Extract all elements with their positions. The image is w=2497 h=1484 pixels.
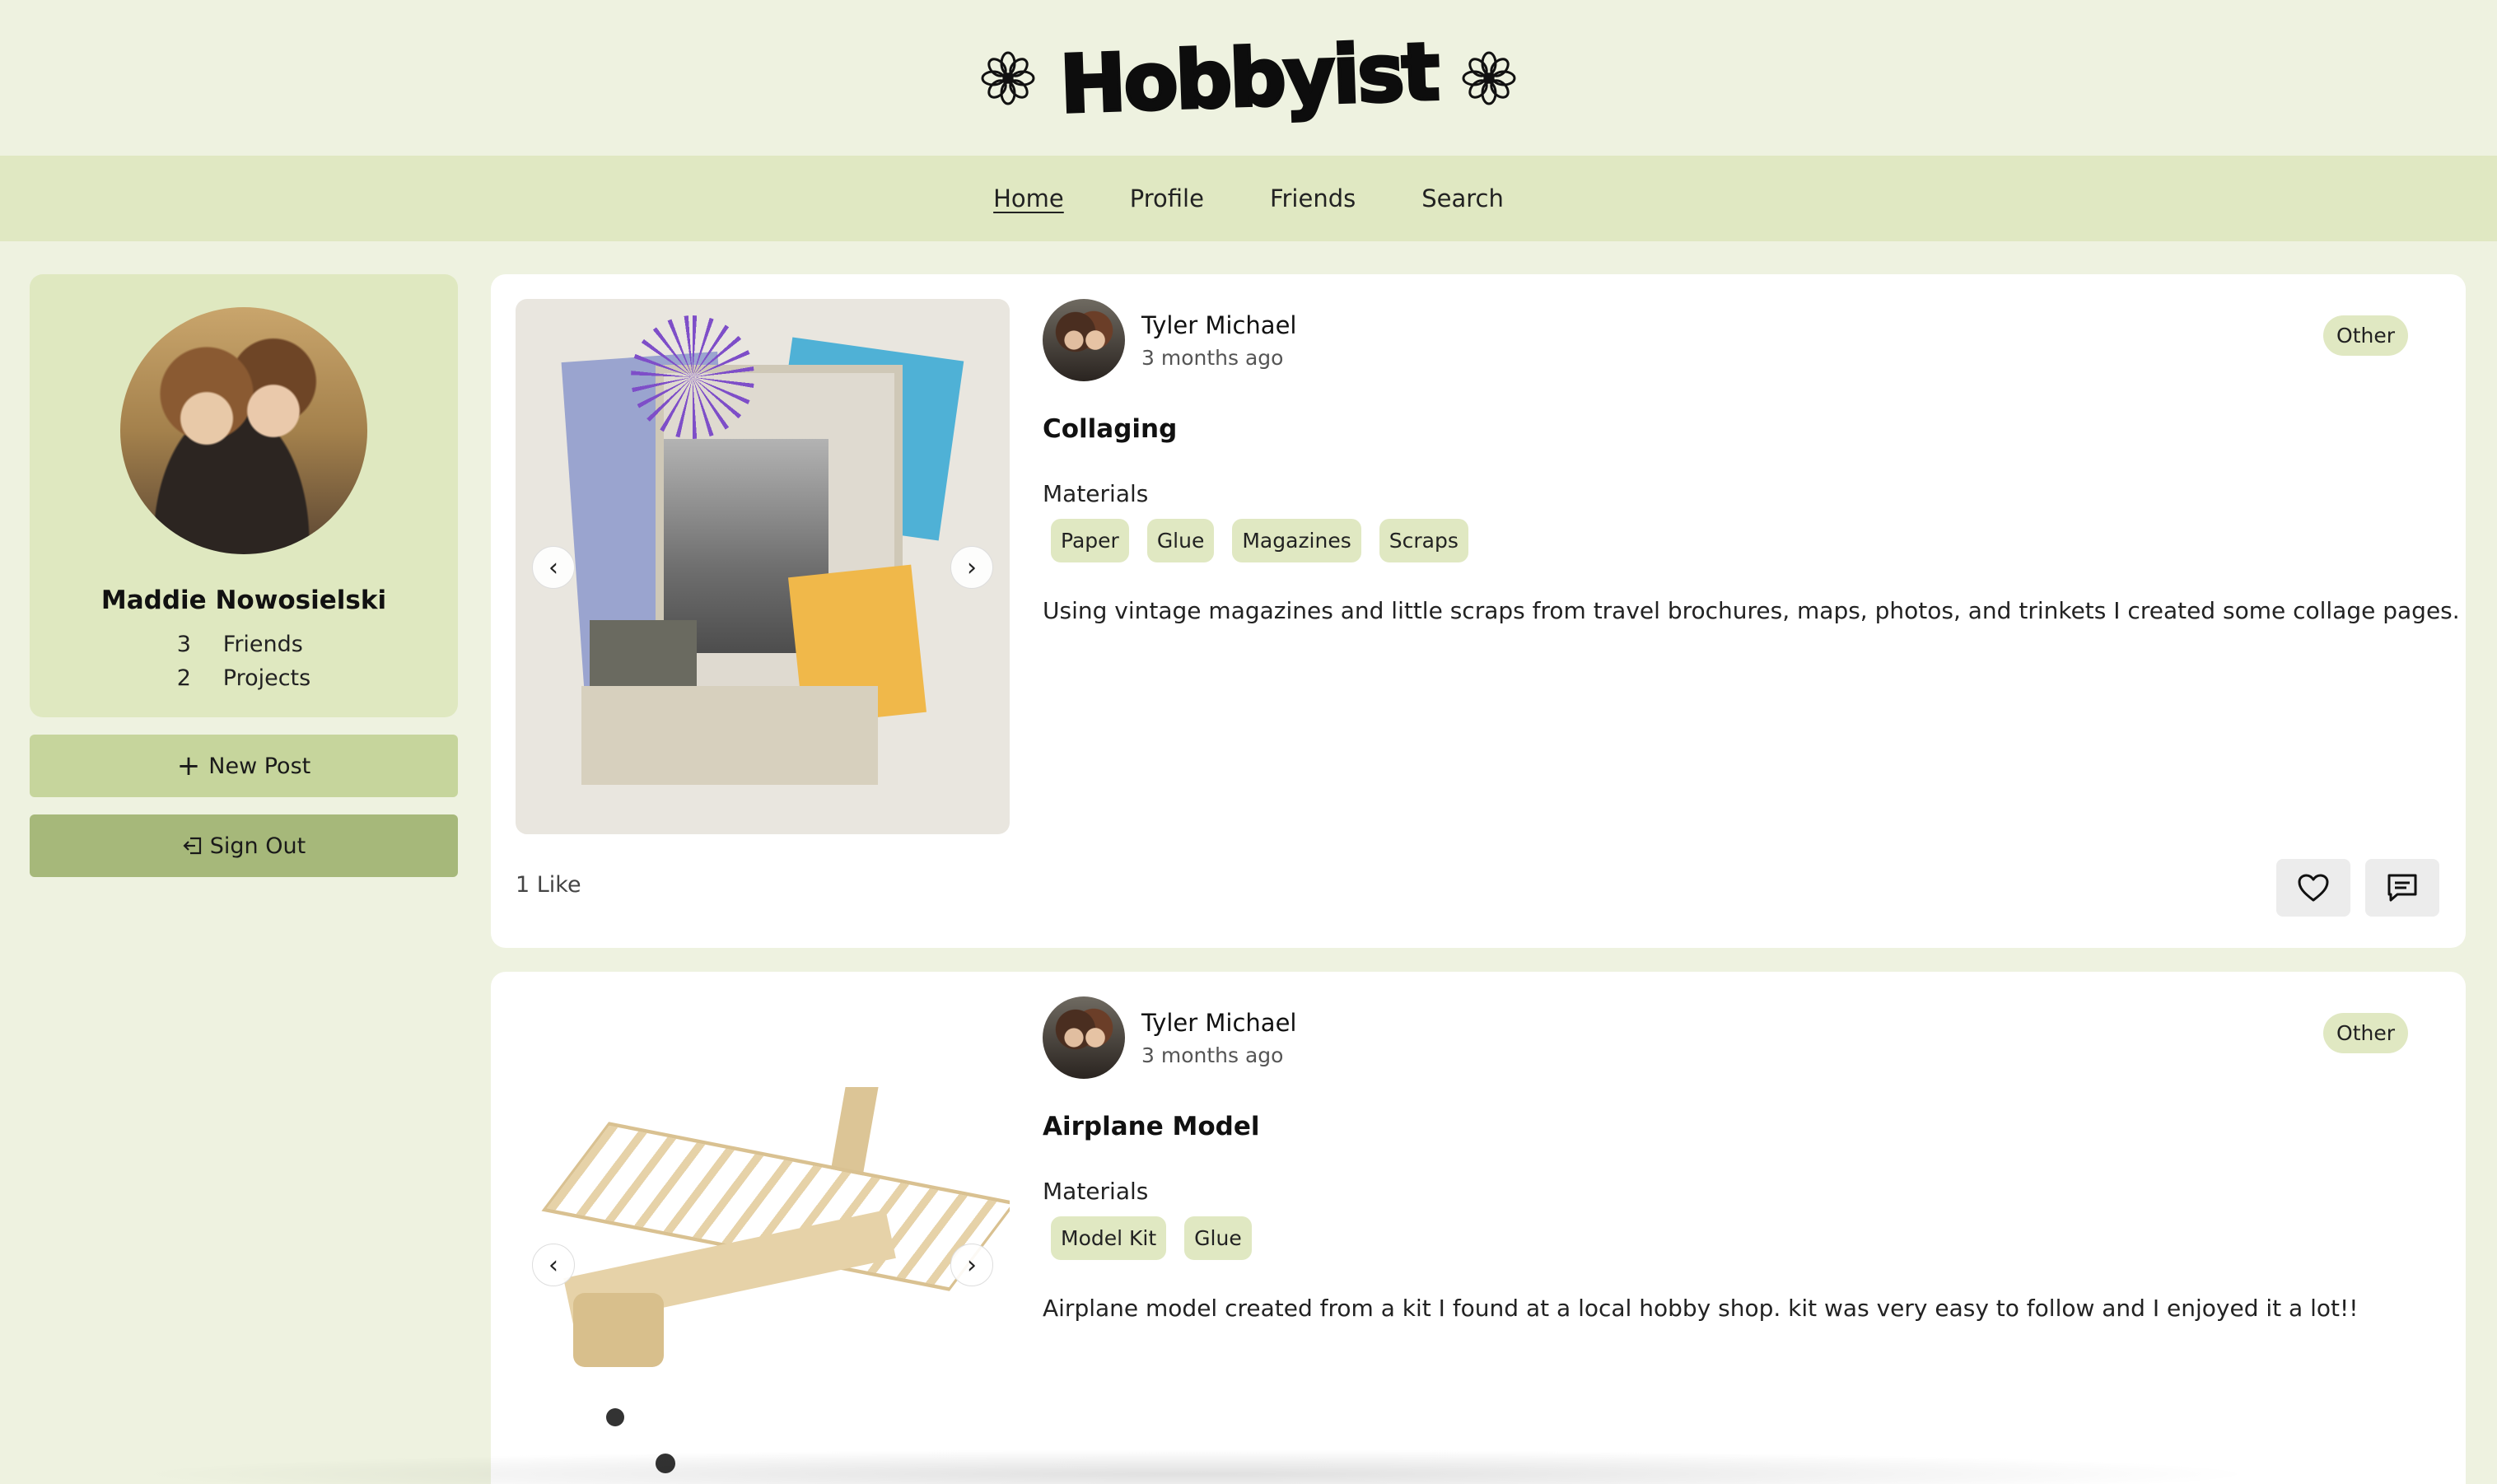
friends-count: 3 <box>176 632 191 657</box>
materials-label: Materials <box>1043 1178 1149 1205</box>
author-avatar[interactable] <box>1043 996 1125 1079</box>
brand-title: Hobbyist <box>1057 24 1440 133</box>
post-description: Airplane model created from a kit I foun… <box>1043 1295 2359 1322</box>
post-description: Using vintage magazines and little scrap… <box>1043 597 2460 624</box>
sign-out-label: Sign Out <box>209 833 306 859</box>
post-time: 3 months ago <box>1141 1043 1284 1067</box>
nav-home[interactable]: Home <box>993 184 1064 212</box>
material-chip: Model Kit <box>1051 1216 1167 1260</box>
material-chip: Paper <box>1051 519 1129 562</box>
profile-stats: 3 Friends 2 Projects <box>177 632 310 691</box>
author-name[interactable]: Tyler Michael <box>1141 311 1296 339</box>
post-author[interactable]: Tyler Michael 3 months ago <box>1043 996 1296 1079</box>
new-post-button[interactable]: + New Post <box>30 735 458 797</box>
brand[interactable]: Hobbyist <box>981 24 1516 132</box>
projects-count: 2 <box>176 665 191 691</box>
main-nav: Home Profile Friends Search <box>0 156 2497 241</box>
carousel-prev-button[interactable]: ‹ <box>532 546 575 589</box>
materials-list: Model Kit Glue <box>1051 1216 1252 1260</box>
category-badge: Other <box>2323 1013 2408 1053</box>
new-post-label: New Post <box>208 753 311 779</box>
post-time: 3 months ago <box>1141 345 1284 370</box>
comment-button[interactable] <box>2365 859 2439 917</box>
material-chip: Scraps <box>1379 519 1468 562</box>
flower-icon <box>1462 51 1516 105</box>
flower-icon <box>981 51 1035 105</box>
nav-search[interactable]: Search <box>1421 184 1504 212</box>
materials-label: Materials <box>1043 480 1149 507</box>
material-chip: Glue <box>1146 519 1215 562</box>
post-image-carousel[interactable]: ‹ › <box>516 299 1010 834</box>
site-header: Hobbyist <box>0 0 2497 156</box>
projects-label[interactable]: Projects <box>223 665 310 691</box>
like-count: 1 Like <box>516 872 581 898</box>
material-chip: Glue <box>1184 1216 1252 1260</box>
post-title: Airplane Model <box>1043 1112 1260 1141</box>
plus-icon: + <box>176 749 201 782</box>
nav-friends[interactable]: Friends <box>1270 184 1356 212</box>
friends-label[interactable]: Friends <box>223 632 310 657</box>
post-title: Collaging <box>1043 414 1178 444</box>
profile-name: Maddie Nowosielski <box>100 586 387 615</box>
carousel-prev-button[interactable]: ‹ <box>532 1244 575 1286</box>
author-name[interactable]: Tyler Michael <box>1141 1009 1296 1037</box>
nav-profile[interactable]: Profile <box>1130 184 1204 212</box>
carousel-next-button[interactable]: › <box>950 546 993 589</box>
post-author[interactable]: Tyler Michael 3 months ago <box>1043 299 1296 381</box>
material-chip: Magazines <box>1232 519 1361 562</box>
heart-icon <box>2298 874 2329 902</box>
materials-list: Paper Glue Magazines Scraps <box>1051 519 1468 562</box>
author-avatar[interactable] <box>1043 299 1125 381</box>
post-card: ‹ › Tyler Michael 3 months ago Other Col… <box>491 274 2466 948</box>
like-button[interactable] <box>2276 859 2350 917</box>
post-card: ‹ › Tyler Michael 3 months ago Other Air… <box>491 972 2466 1484</box>
comment-icon <box>2387 874 2417 902</box>
profile-avatar[interactable] <box>120 307 367 554</box>
category-badge: Other <box>2323 315 2408 356</box>
sign-out-icon <box>183 837 201 855</box>
carousel-next-button[interactable]: › <box>950 1244 993 1286</box>
sign-out-button[interactable]: Sign Out <box>30 814 458 877</box>
profile-card: Maddie Nowosielski 3 Friends 2 Projects <box>30 274 458 717</box>
post-image-carousel[interactable]: ‹ › <box>516 996 1010 1484</box>
